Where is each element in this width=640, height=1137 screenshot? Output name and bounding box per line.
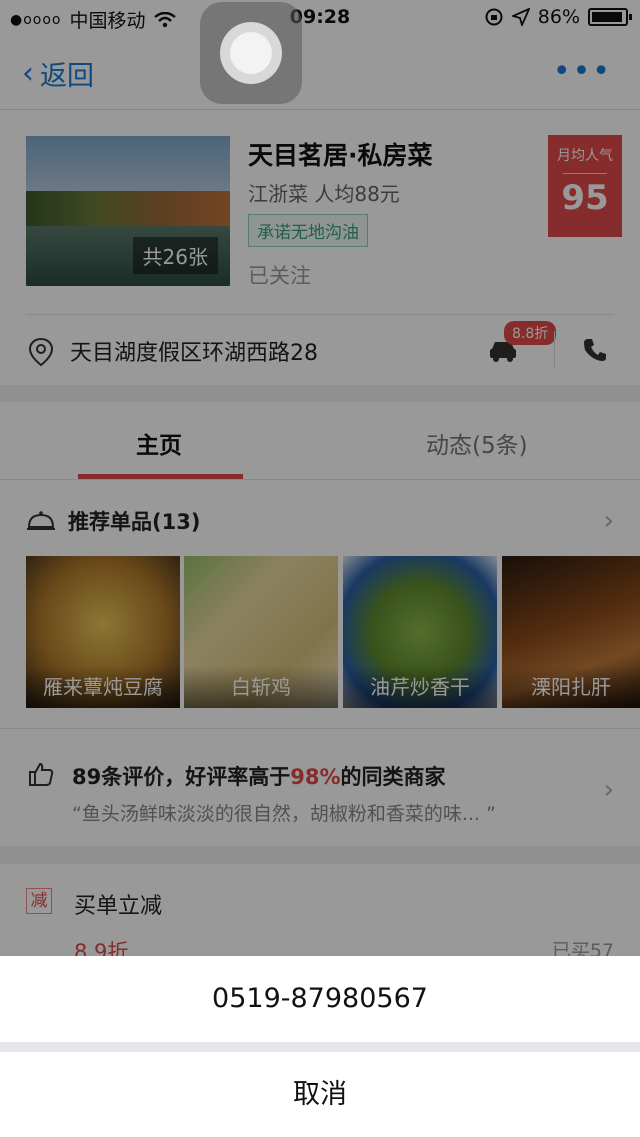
call-phone-button[interactable]: 0519-87980567 (0, 956, 640, 1042)
call-action-sheet: 0519-87980567 取消 (0, 956, 640, 1137)
cancel-button[interactable]: 取消 (0, 1052, 640, 1137)
assistive-touch-button[interactable] (200, 2, 302, 104)
